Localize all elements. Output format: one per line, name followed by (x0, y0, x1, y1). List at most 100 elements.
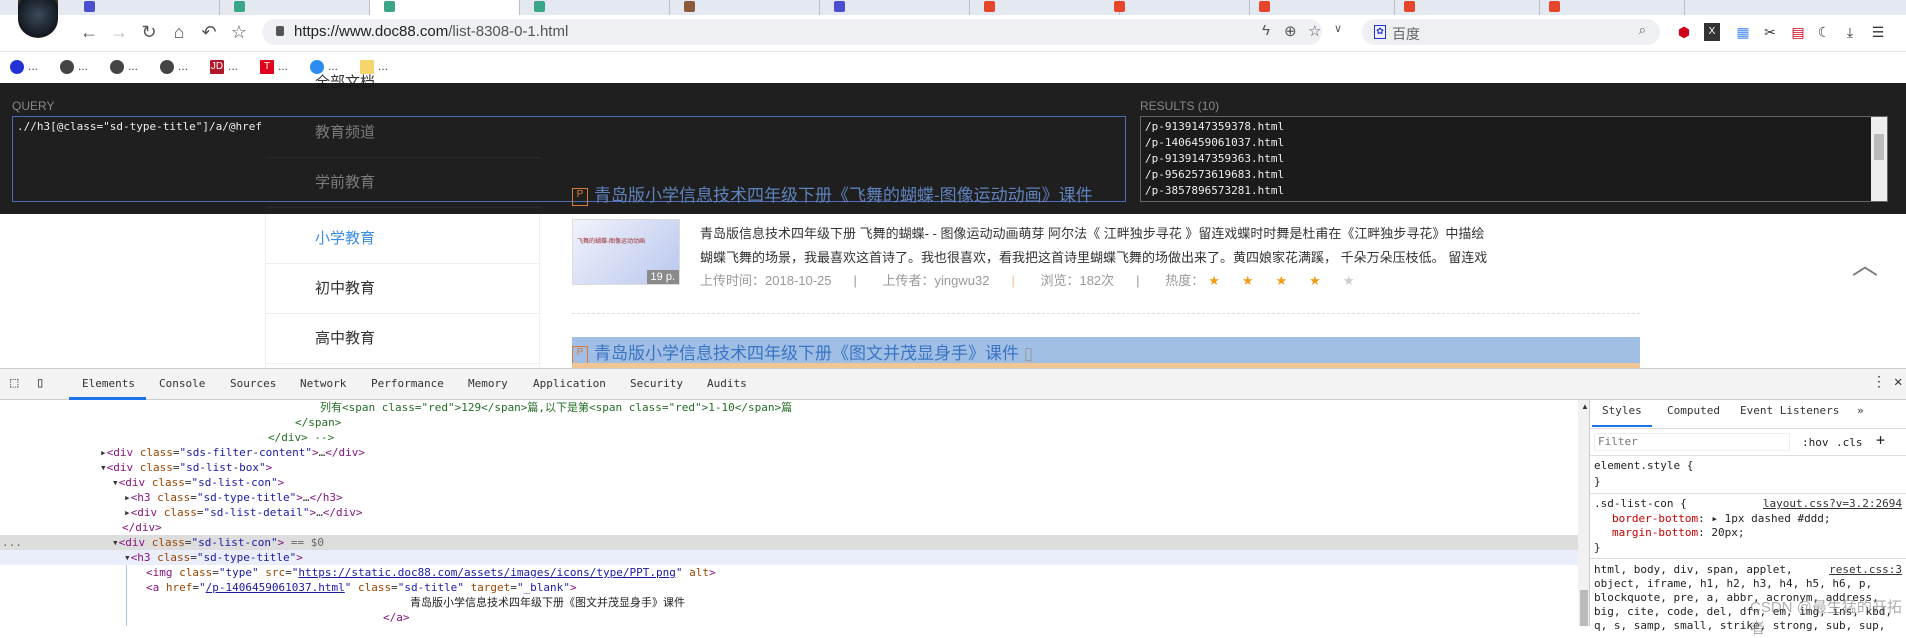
url-path: /list-8308-0-1.html (448, 23, 569, 40)
doc-title-link[interactable]: P 青岛版小学信息技术四年级下册《飞舞的蝴蝶-图像运动动画》课件 (572, 181, 1093, 206)
browser-tab[interactable] (820, 0, 970, 15)
bookmark-star-icon[interactable]: ☆ (228, 21, 250, 43)
results-scrollbar[interactable] (1871, 117, 1887, 201)
tab-styles[interactable]: Styles (1602, 404, 1642, 417)
dom-tree-scrollbar[interactable]: ▲ (1578, 400, 1590, 626)
more-tabs-icon[interactable]: » (1857, 404, 1864, 417)
address-bar[interactable]: https://www.doc88.com/list-8308-0-1.html… (262, 19, 1342, 45)
attr-value: sd-list-box (186, 461, 259, 474)
styles-filter-input[interactable]: Filter (1594, 433, 1790, 451)
style-property[interactable]: margin-bottom: 20px; (1612, 526, 1744, 540)
new-rule-icon[interactable]: + (1876, 433, 1885, 448)
sidebar-item-education[interactable]: 教育频道 (266, 108, 541, 158)
dom-node[interactable]: </div> (0, 520, 1578, 535)
search-box[interactable]: ✿ 百度 ⌕ (1362, 19, 1660, 45)
device-toggle-icon[interactable]: ▯ (36, 375, 44, 391)
dom-node[interactable]: ▾<div class="sd-list-con"> (0, 475, 1578, 490)
tab-network[interactable]: Network (300, 377, 346, 390)
back-icon[interactable]: ← (78, 21, 100, 43)
apps-icon[interactable]: ▦ (1735, 23, 1751, 41)
dom-node[interactable]: </span> (0, 415, 1578, 430)
dom-node[interactable]: ▸<div class="sds-filter-content">…</div> (0, 445, 1578, 460)
node-actions-icon[interactable]: ... (2, 535, 22, 550)
browser-tab[interactable] (70, 0, 220, 15)
dom-node[interactable]: <img class="type" src="https://static.do… (0, 565, 1578, 580)
sidebar-item-junior[interactable]: 初中教育 (266, 264, 541, 314)
flash-icon[interactable]: ϟ (1262, 22, 1270, 39)
inspect-icon[interactable]: ⬚ (10, 375, 18, 391)
reload-icon[interactable]: ↻ (138, 21, 160, 43)
browser-tab[interactable] (970, 0, 1120, 15)
x-extension-icon[interactable]: X (1704, 23, 1720, 41)
dom-node[interactable]: 列有<span class="red">129</span>篇,以下是第<spa… (0, 400, 1578, 415)
divider: | (853, 273, 857, 288)
home-icon[interactable]: ⌂ (168, 21, 190, 43)
close-icon[interactable]: ✕ (1894, 374, 1902, 390)
doc-title-link[interactable]: P 青岛版小学信息技术四年级下册《图文并茂显身手》课件 ▯ (572, 339, 1033, 364)
dom-node[interactable]: </div> --> (0, 430, 1578, 445)
sidebar-item-preschool[interactable]: 学前教育 (266, 158, 541, 208)
cls-toggle[interactable]: .cls (1836, 436, 1863, 450)
tab-security[interactable]: Security (630, 377, 683, 390)
tab-application[interactable]: Application (533, 377, 606, 390)
tab-elements[interactable]: Elements (82, 377, 135, 390)
browser-tab[interactable] (1100, 0, 1250, 15)
scrollbar-thumb[interactable] (1580, 590, 1588, 626)
bookmark-item[interactable]: JD... (210, 59, 238, 74)
bookmark-item[interactable]: ... (110, 59, 138, 74)
dom-node[interactable]: ▸<h3 class="sd-type-title">…</h3> (0, 490, 1578, 505)
dom-node-selected[interactable]: ... ▾<div class="sd-list-con"> == $0 (0, 535, 1578, 550)
sidebar-item-senior[interactable]: 高中教育 (266, 314, 541, 364)
tab-memory[interactable]: Memory (468, 377, 508, 390)
rule-source-link[interactable]: layout.css?v=3.2:2694 (1763, 497, 1902, 510)
bookmark-item[interactable]: ... (60, 59, 88, 74)
tab-sources[interactable]: Sources (230, 377, 276, 390)
pdf-icon[interactable]: ▤ (1790, 23, 1806, 41)
zoom-icon[interactable]: ⊕ (1284, 22, 1297, 40)
doc-thumbnail[interactable]: 飞舞的蝴蝶-图像运动动画 19 p. (572, 219, 680, 285)
bookmark-item[interactable]: ... (10, 59, 38, 74)
dom-node[interactable]: <a href="/p-1406459061037.html" class="s… (0, 580, 1578, 595)
dom-node[interactable]: ▸<div class="sd-list-detail">…</div> (0, 505, 1578, 520)
back-to-top-icon[interactable]: ︿ (1852, 245, 1878, 282)
rule-source-link[interactable]: reset.css:3 (1829, 563, 1902, 576)
forward-icon[interactable]: → (108, 21, 130, 43)
browser-tab[interactable] (1245, 0, 1395, 15)
undo-icon[interactable]: ↶ (198, 21, 220, 43)
href-link[interactable]: /p-1406459061037.html (206, 581, 345, 594)
results-box[interactable]: /p-9139147359378.html /p-1406459061037.h… (1140, 116, 1888, 202)
scissors-icon[interactable]: ✂ (1762, 23, 1778, 41)
dom-node[interactable]: </a> (0, 610, 1578, 625)
chevron-down-icon[interactable]: ∨ (1334, 22, 1342, 35)
browser-tab[interactable] (670, 0, 820, 15)
star-icon[interactable]: ☆ (1308, 22, 1321, 40)
bookmark-item[interactable]: ... (160, 59, 188, 74)
hov-toggle[interactable]: :hov (1802, 436, 1829, 450)
more-options-icon[interactable]: ⋮ (1872, 374, 1886, 390)
download-icon[interactable]: ⤓ (1842, 23, 1858, 41)
tab-performance[interactable]: Performance (371, 377, 444, 390)
tab-console[interactable]: Console (159, 377, 205, 390)
tab-event-listeners[interactable]: Event Listeners (1740, 404, 1839, 417)
dom-node[interactable]: 青岛版小学信息技术四年级下册《图文并茂显身手》课件 (0, 595, 1578, 610)
browser-tab[interactable] (520, 0, 670, 15)
dom-node[interactable]: ▾<div class="sd-list-box"> (0, 460, 1578, 475)
src-link[interactable]: https://static.doc88.com/assets/images/i… (298, 566, 676, 579)
scroll-up-icon[interactable]: ▲ (1581, 402, 1589, 411)
tab-audits[interactable]: Audits (707, 377, 747, 390)
extension-icon[interactable]: ⬢ (1676, 23, 1692, 41)
browser-tab[interactable] (220, 0, 370, 15)
browser-tab[interactable] (1535, 0, 1685, 15)
active-tab-indicator (1592, 425, 1652, 427)
browser-tab[interactable] (1390, 0, 1540, 15)
scrollbar-thumb[interactable] (1874, 134, 1884, 160)
sidebar-item-primary[interactable]: 小学教育 (266, 214, 541, 264)
style-property[interactable]: border-bottom: ▸ 1px dashed #ddd; (1612, 512, 1831, 526)
dom-node[interactable]: ▾<h3 class="sd-type-title"> (0, 550, 1578, 565)
moon-icon[interactable]: ☾ (1816, 23, 1832, 41)
search-icon[interactable]: ⌕ (1639, 22, 1646, 38)
menu-icon[interactable]: ☰ (1870, 23, 1886, 41)
tab-computed[interactable]: Computed (1667, 404, 1720, 417)
browser-tab-active[interactable] (370, 0, 520, 15)
profile-avatar[interactable] (18, 0, 58, 38)
